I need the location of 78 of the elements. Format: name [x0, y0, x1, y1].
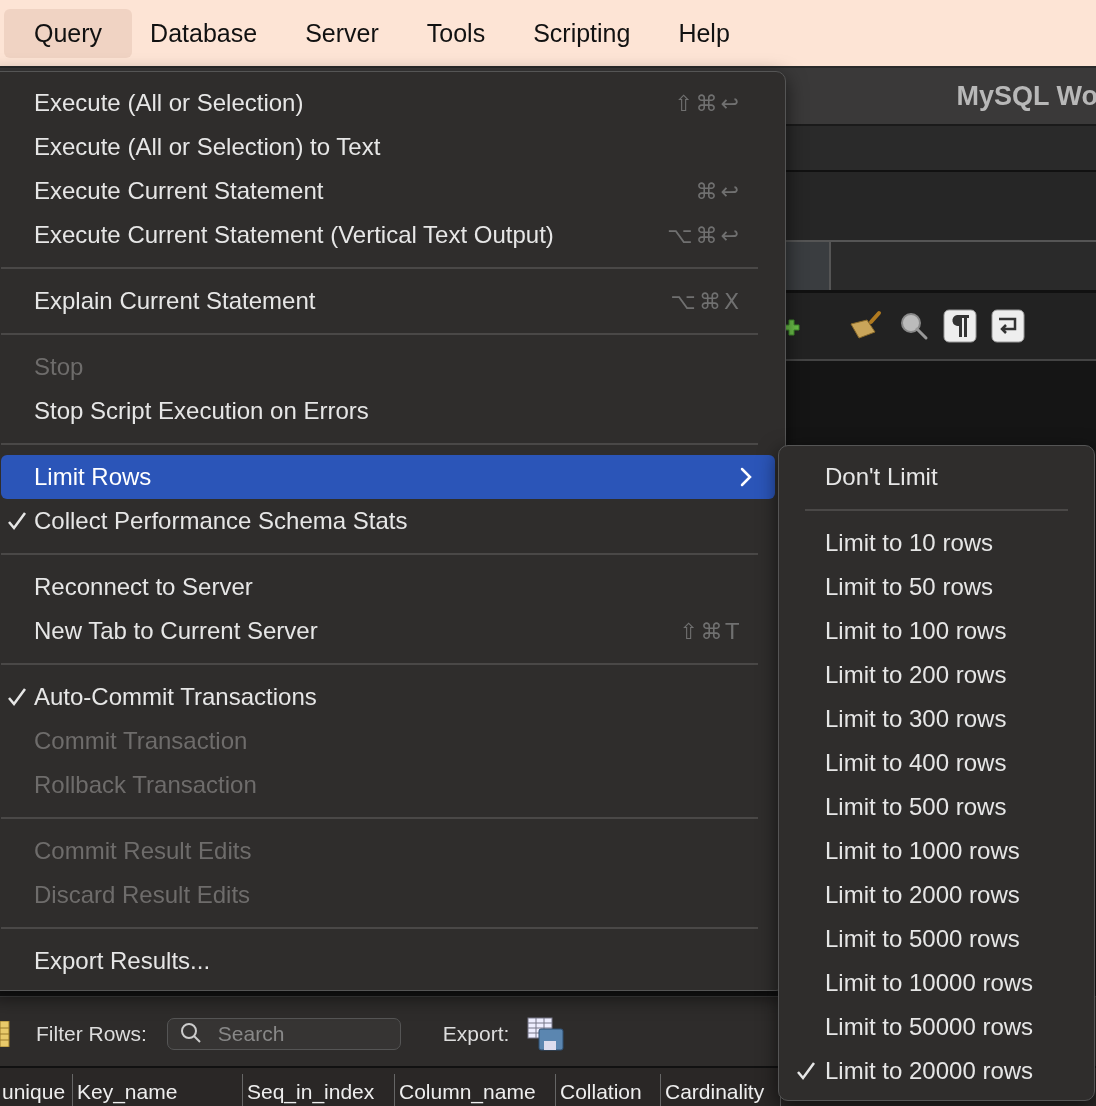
- menu-item[interactable]: Reconnect to Server: [1, 565, 775, 609]
- menu-item-label: Execute (All or Selection): [34, 89, 304, 117]
- menu-item-label: Don't Limit: [825, 463, 938, 491]
- shortcut: ⇧⌘↩: [674, 90, 742, 116]
- column-header[interactable]: Column_name: [395, 1074, 556, 1106]
- shortcut: ⌥⌘X: [670, 288, 742, 314]
- menu-item-label: Limit to 50000 rows: [825, 1013, 1034, 1041]
- menu-item-label: Limit to 20000 rows: [825, 1057, 1034, 1085]
- pilcrow-icon[interactable]: [943, 309, 977, 343]
- menu-item-label: Collect Performance Schema Stats: [34, 507, 408, 535]
- chevron-right-icon: [740, 467, 752, 487]
- menu-item-label: Limit to 200 rows: [825, 661, 1007, 689]
- menu-item[interactable]: Auto-Commit Transactions: [1, 675, 775, 719]
- menu-item-label: Discard Result Edits: [34, 881, 251, 909]
- menu-item[interactable]: Stop Script Execution on Errors: [1, 389, 775, 433]
- menu-item[interactable]: Explain Current Statement ⌥⌘X: [1, 279, 775, 323]
- menu-item[interactable]: Limit to 10000 rows: [779, 961, 1094, 1005]
- filter-label: Filter Rows:: [36, 1021, 147, 1046]
- shortcut: ⌥⌘↩: [667, 222, 742, 248]
- menu-item-label: Limit to 2000 rows: [825, 881, 1020, 909]
- export-label: Export:: [442, 1021, 510, 1046]
- menu-item-label: Export Results...: [34, 947, 211, 975]
- menu-item[interactable]: Limit to 20000 rows: [779, 1049, 1094, 1093]
- menu-item[interactable]: Limit to 50 rows: [779, 565, 1094, 609]
- menu-item-label: Limit to 5000 rows: [825, 925, 1020, 953]
- column-header[interactable]: unique: [0, 1074, 73, 1106]
- menu-item[interactable]: Limit to 10 rows: [779, 521, 1094, 565]
- export-icon[interactable]: [527, 1016, 566, 1051]
- column-header[interactable]: Key_name: [73, 1074, 243, 1106]
- menu-item[interactable]: Limit to 2000 rows: [779, 873, 1094, 917]
- menu-item-label: Limit to 400 rows: [825, 749, 1007, 777]
- menu-item-label: Limit to 10 rows: [825, 529, 994, 557]
- menu-item[interactable]: Limit to 1000 rows: [779, 829, 1094, 873]
- menu-item[interactable]: Execute (All or Selection) ⇧⌘↩: [1, 81, 775, 125]
- column-header[interactable]: Collation: [556, 1074, 661, 1106]
- grid-icon[interactable]: [0, 1020, 10, 1047]
- menu-item-label: Limit to 500 rows: [825, 793, 1007, 821]
- menu-item-label: New Tab to Current Server: [34, 617, 318, 645]
- menu-item[interactable]: Don't Limit: [779, 455, 1094, 499]
- menu-item-label: Stop Script Execution on Errors: [34, 397, 369, 425]
- menu-item[interactable]: Limit Rows: [1, 455, 775, 499]
- menu-item[interactable]: Limit to 5000 rows: [779, 917, 1094, 961]
- menu-item[interactable]: Limit to 50000 rows: [779, 1005, 1094, 1049]
- menu-item[interactable]: Limit to 100 rows: [779, 609, 1094, 653]
- magnifier-icon[interactable]: [899, 311, 929, 341]
- search-field[interactable]: Search: [166, 1017, 401, 1050]
- shortcut: ⇧⌘T: [679, 618, 742, 644]
- search-icon: [179, 1021, 202, 1044]
- menu-item[interactable]: Execute (All or Selection) to Text: [1, 125, 775, 169]
- menu-item[interactable]: Execute Current Statement (Vertical Text Output) ⌥⌘↩: [1, 213, 775, 257]
- menu-item-label: Limit to 10000 rows: [825, 969, 1034, 997]
- menu-item-label: Limit Rows: [34, 463, 152, 491]
- menu-item-label: Auto-Commit Transactions: [34, 683, 317, 711]
- menu-item-label: Reconnect to Server: [34, 573, 253, 601]
- menu-item[interactable]: Limit to 300 rows: [779, 697, 1094, 741]
- menu-item[interactable]: New Tab to Current Server ⇧⌘T: [1, 609, 775, 653]
- menu-item-label: Execute (All or Selection) to Text: [34, 133, 381, 161]
- menu-item-label: Explain Current Statement: [34, 287, 316, 315]
- menu-item[interactable]: Execute Current Statement ⌘↩: [1, 169, 775, 213]
- menu-item-label: Rollback Transaction: [34, 771, 257, 799]
- shortcut: ⌘↩: [695, 178, 742, 204]
- menu-item-label: Stop: [34, 353, 84, 381]
- menu-item-label: Commit Transaction: [34, 727, 248, 755]
- wrap-icon[interactable]: [991, 309, 1025, 343]
- menu-item-label: Commit Result Edits: [34, 837, 252, 865]
- menu-item[interactable]: Limit to 400 rows: [779, 741, 1094, 785]
- menu-item-label: Limit to 1000 rows: [825, 837, 1020, 865]
- menu-item[interactable]: Export Results...: [1, 939, 775, 983]
- menu-item-label: Limit to 50 rows: [825, 573, 994, 601]
- menu-item-label: Execute Current Statement (Vertical Text Output): [34, 221, 554, 249]
- menu-item[interactable]: Limit to 500 rows: [779, 785, 1094, 829]
- menu-item-label: Limit to 300 rows: [825, 705, 1007, 733]
- menu-item-label: Execute Current Statement: [34, 177, 324, 205]
- menu-item[interactable]: Limit to 200 rows: [779, 653, 1094, 697]
- menu-item[interactable]: Collect Performance Schema Stats: [1, 499, 775, 543]
- menubar-item[interactable]: Query: [4, 8, 133, 58]
- column-header[interactable]: Seq_in_index: [243, 1074, 395, 1106]
- menu-item-label: Limit to 100 rows: [825, 617, 1007, 645]
